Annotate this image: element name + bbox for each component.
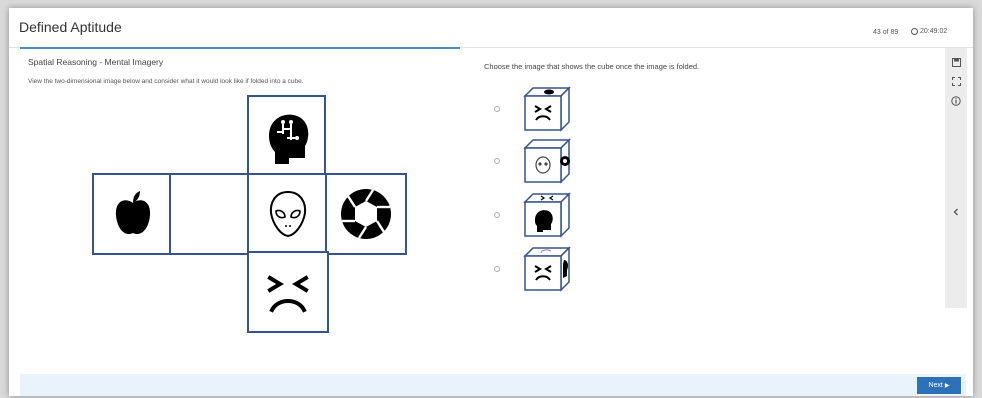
net-face-left	[92, 173, 173, 255]
app-title: Defined Aptitude	[19, 19, 122, 35]
net-face-right	[325, 173, 407, 255]
app-header: Defined Aptitude 43 of 89 20:49:02	[9, 8, 973, 48]
option-1-cube[interactable]	[523, 86, 571, 132]
angry-face-icon	[267, 275, 309, 313]
save-icon[interactable]	[949, 56, 963, 68]
clock-icon	[911, 28, 918, 35]
alien-icon	[269, 190, 307, 238]
net-face-top	[247, 95, 326, 177]
question-counter: 43 of 89	[873, 29, 899, 36]
tools-sidebar	[945, 48, 967, 308]
timer-value: 20:49:02	[920, 28, 948, 35]
app-window: Defined Aptitude 43 of 89 20:49:02 Spati…	[9, 8, 973, 396]
option-2-radio[interactable]	[494, 158, 500, 164]
head-circuit-icon	[268, 114, 308, 164]
timer: 20:49:02	[911, 28, 947, 35]
info-icon[interactable]	[949, 95, 963, 107]
next-button[interactable]: Next ▶	[917, 377, 961, 394]
progress-line	[20, 47, 460, 49]
next-arrow-icon: ▶	[944, 383, 950, 389]
section-title: Spatial Reasoning - Mental Imagery	[28, 57, 164, 67]
option-1-radio[interactable]	[494, 106, 500, 112]
option-4-radio[interactable]	[494, 266, 500, 272]
collapse-icon[interactable]	[949, 206, 963, 218]
instructions-text: View the two-dimensional image below and…	[28, 78, 304, 85]
net-face-bottom	[247, 251, 329, 333]
net-face-blank	[169, 173, 251, 255]
option-3-radio[interactable]	[494, 212, 500, 218]
footer-bar	[20, 374, 966, 396]
option-2-cube[interactable]	[523, 138, 571, 184]
apple-icon	[115, 191, 150, 235]
question-text: Choose the image that shows the cube onc…	[484, 62, 700, 71]
option-4-cube[interactable]	[523, 246, 571, 292]
aperture-icon	[341, 189, 391, 239]
fullscreen-icon[interactable]	[949, 75, 963, 87]
net-face-center	[247, 173, 329, 255]
next-label: Next	[928, 382, 943, 389]
option-3-cube[interactable]	[523, 192, 571, 238]
